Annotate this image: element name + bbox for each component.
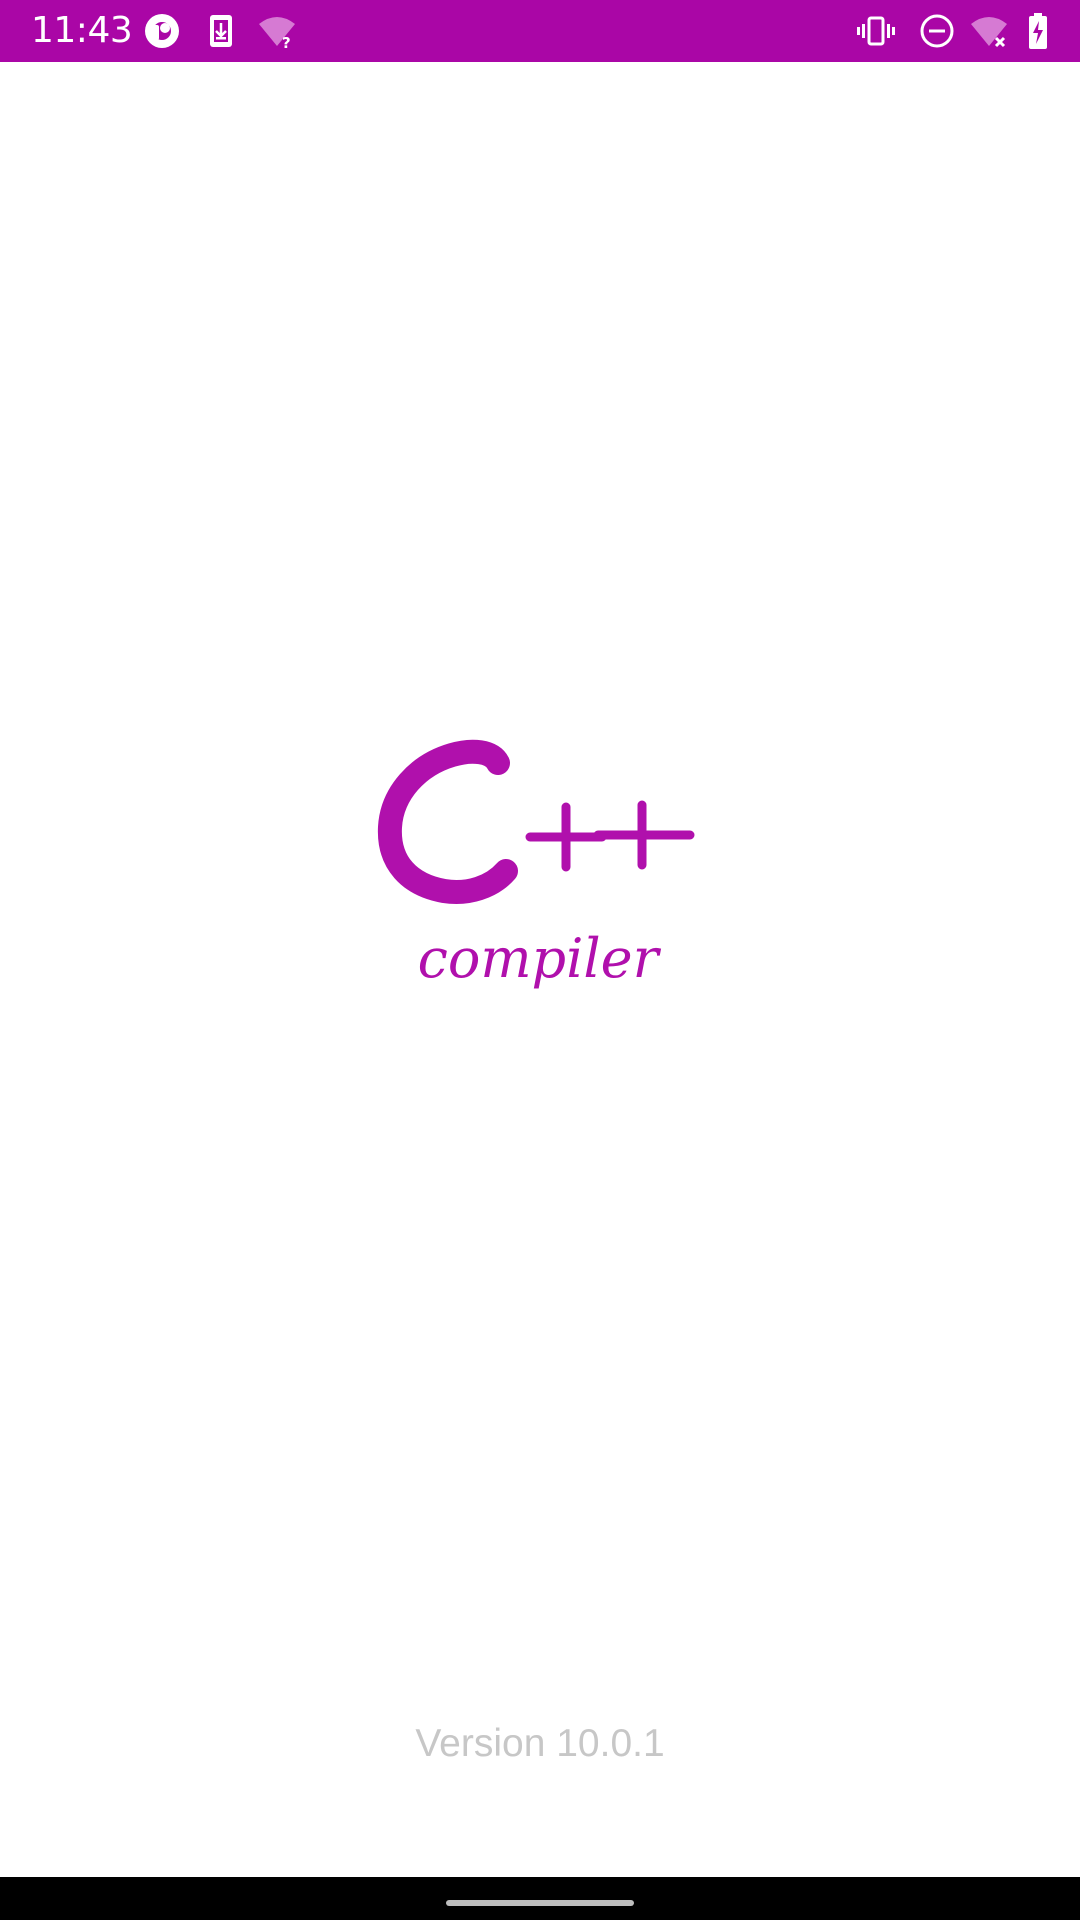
pocket-casts-icon	[143, 12, 181, 50]
app-logo: compiler	[377, 739, 700, 1025]
logo-plus-1	[525, 802, 607, 872]
status-time: 11:43	[31, 10, 133, 51]
status-bar: 11:43 ?	[0, 0, 1080, 62]
splash-screen: 11:43 ? compiler Version 10.0.1	[0, 0, 1080, 1920]
do-not-disturb-icon	[918, 12, 956, 50]
wifi-off-icon	[970, 12, 1008, 50]
logo-plus-2	[593, 800, 695, 870]
logo-c-glyph	[377, 739, 518, 904]
battery-charging-icon	[1028, 12, 1048, 50]
navigation-bar	[0, 1877, 1080, 1920]
logo-subtitle: compiler	[418, 927, 662, 990]
svg-text:?: ?	[282, 34, 291, 50]
home-gesture-handle[interactable]	[446, 1900, 634, 1906]
wifi-question-icon: ?	[258, 12, 296, 50]
version-label: Version 10.0.1	[415, 1722, 665, 1765]
download-icon	[202, 12, 240, 50]
vibrate-icon	[857, 12, 895, 50]
